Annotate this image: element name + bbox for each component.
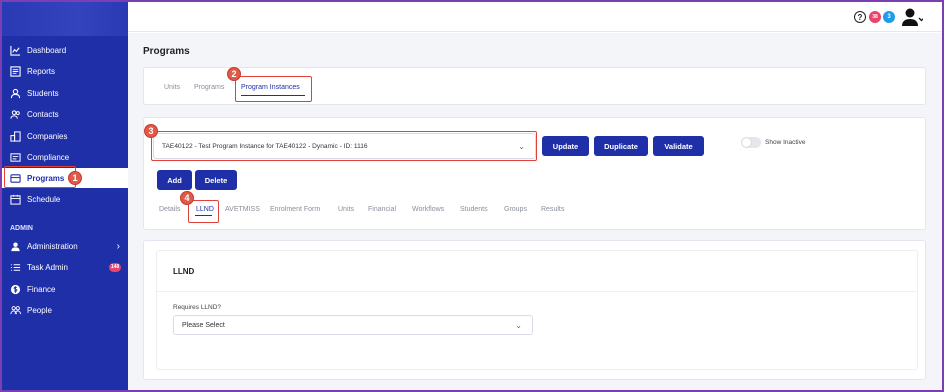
sidebar-item-reports[interactable]: Reports (2, 61, 128, 81)
subtab-units[interactable]: Units (338, 206, 354, 213)
contacts-icon (9, 108, 21, 120)
sidebar-item-schedule[interactable]: Schedule (2, 189, 128, 209)
task-list-icon (9, 261, 21, 273)
sidebar-item-label: Compliance (27, 152, 70, 162)
callout-box-1 (4, 166, 76, 188)
tab-units[interactable]: Units (164, 84, 180, 91)
requires-llnd-value: Please Select (182, 321, 225, 329)
sidebar-item-dashboard[interactable]: Dashboard (2, 40, 128, 60)
callout-box-3 (151, 131, 537, 161)
callout-box-2 (235, 76, 312, 102)
validate-button[interactable]: Validate (653, 136, 704, 156)
topbar: ? 38 3 (128, 2, 942, 32)
page-title: Programs (143, 46, 190, 57)
compliance-icon (9, 151, 21, 163)
chevron-right-icon: › (116, 240, 120, 252)
help-icon[interactable]: ? (854, 11, 866, 23)
sidebar-item-finance[interactable]: Finance (2, 279, 128, 299)
subtab-workflows[interactable]: Workflows (412, 206, 444, 213)
add-button[interactable]: Add (157, 170, 192, 190)
notification-badge-red[interactable]: 38 (869, 11, 881, 23)
task-count-badge: 148 (109, 262, 121, 272)
subtab-students[interactable]: Students (460, 206, 488, 213)
sidebar-item-label: Contacts (27, 109, 59, 119)
chart-line-icon (9, 44, 21, 56)
callout-number-4: 4 (180, 191, 194, 205)
duplicate-button[interactable]: Duplicate (594, 136, 648, 156)
subtab-groups[interactable]: Groups (504, 206, 527, 213)
people-icon (9, 304, 21, 316)
report-icon (9, 65, 21, 77)
sidebar-item-label: Finance (27, 284, 56, 294)
schedule-icon (9, 193, 21, 205)
subtab-results[interactable]: Results (541, 206, 564, 213)
callout-box-4 (188, 200, 219, 223)
chevron-down-icon: ⌄ (515, 321, 522, 330)
sidebar: Dashboard Reports Students Contacts Comp… (2, 2, 128, 390)
students-icon (9, 87, 21, 99)
requires-llnd-label: Requires LLND? (173, 304, 222, 311)
sidebar-item-label: Students (27, 88, 59, 98)
requires-llnd-select[interactable]: Please Select ⌄ (173, 315, 533, 335)
sidebar-item-label: Companies (27, 131, 68, 141)
companies-icon (9, 130, 21, 142)
sidebar-item-people[interactable]: People (2, 300, 128, 320)
finance-icon (9, 283, 21, 295)
sidebar-item-label: Dashboard (27, 45, 67, 55)
admin-icon (9, 240, 21, 252)
user-avatar-icon[interactable] (901, 7, 925, 27)
subtab-details[interactable]: Details (159, 206, 180, 213)
llnd-card: LLND Requires LLND? Please Select ⌄ (156, 250, 918, 370)
sidebar-item-label: Schedule (27, 194, 61, 204)
logo (2, 2, 128, 36)
sidebar-item-label: Task Admin (27, 262, 68, 272)
sidebar-item-label: People (27, 305, 52, 315)
sidebar-item-label: Reports (27, 66, 56, 76)
sidebar-item-compliance[interactable]: Compliance (2, 147, 128, 167)
callout-number-1: 1 (68, 171, 82, 185)
toggle-knob (742, 138, 751, 147)
update-button[interactable]: Update (542, 136, 589, 156)
sidebar-item-task-admin[interactable]: Task Admin 148 (2, 257, 128, 277)
show-inactive-label: Show Inactive (765, 139, 806, 146)
callout-number-3: 3 (144, 124, 158, 138)
sidebar-item-administration[interactable]: Administration › (2, 236, 128, 256)
sidebar-section-admin: ADMIN (10, 225, 33, 232)
divider (157, 291, 917, 292)
callout-number-2: 2 (227, 67, 241, 81)
sidebar-item-companies[interactable]: Companies (2, 126, 128, 146)
subtab-financial[interactable]: Financial (368, 206, 396, 213)
sidebar-item-students[interactable]: Students (2, 83, 128, 103)
llnd-heading: LLND (173, 267, 195, 276)
sidebar-item-contacts[interactable]: Contacts (2, 104, 128, 124)
tab-programs[interactable]: Programs (194, 84, 224, 91)
show-inactive-toggle[interactable] (741, 137, 761, 148)
notification-badge-blue[interactable]: 3 (883, 11, 895, 23)
subtab-avetmiss[interactable]: AVETMISS (225, 206, 260, 213)
subtab-enrolment-form[interactable]: Enrolment Form (270, 206, 320, 213)
sidebar-item-label: Administration (27, 241, 78, 251)
llnd-panel: LLND Requires LLND? Please Select ⌄ (143, 240, 926, 380)
delete-button[interactable]: Delete (195, 170, 237, 190)
